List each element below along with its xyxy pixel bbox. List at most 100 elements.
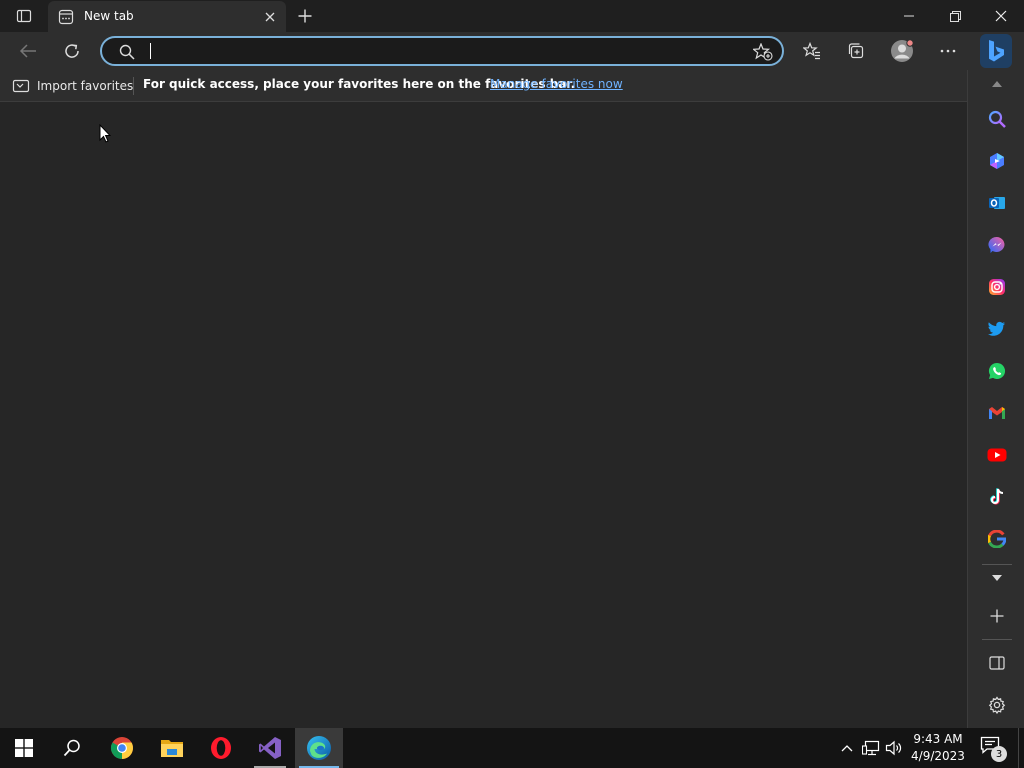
sidebar-panel-icon: [989, 656, 1005, 670]
opera-icon: [211, 737, 231, 759]
collections-button[interactable]: [841, 36, 871, 66]
back-arrow-icon: [19, 44, 36, 58]
search-icon: [63, 739, 80, 757]
youtube-icon: [987, 448, 1007, 462]
clock-time: 9:43 AM: [913, 732, 963, 746]
sidebar-item-whatsapp[interactable]: [982, 356, 1012, 386]
sidebar-item-gmail[interactable]: [982, 398, 1012, 428]
new-tab-button[interactable]: [292, 4, 318, 28]
messenger-icon: [988, 236, 1005, 253]
close-window-button[interactable]: [978, 0, 1024, 32]
restore-icon: [949, 10, 961, 22]
navigation-toolbar: [0, 32, 1024, 70]
minimize-icon: [904, 15, 914, 17]
back-button[interactable]: [13, 36, 43, 66]
plus-icon: [298, 9, 312, 23]
settings-more-button[interactable]: [933, 36, 963, 66]
address-input[interactable]: [146, 41, 736, 61]
taskbar-edge[interactable]: [295, 728, 343, 768]
sidebar-scroll-up-button[interactable]: [982, 71, 1012, 97]
sidebar-item-messenger[interactable]: [982, 230, 1012, 260]
sidebar-item-twitter[interactable]: [982, 314, 1012, 344]
tab-actions-button[interactable]: [8, 4, 40, 28]
import-favorites-label: Import favorites: [37, 79, 134, 93]
sidebar-item-instagram[interactable]: [982, 272, 1012, 302]
bing-chat-button[interactable]: [980, 34, 1012, 68]
chevron-down-icon: [992, 575, 1002, 581]
tab-strip: New tab: [0, 0, 1024, 32]
visual-studio-icon: [259, 737, 281, 759]
sidebar-item-copilot[interactable]: [982, 146, 1012, 176]
chevron-up-icon: [992, 81, 1002, 87]
page-content[interactable]: [0, 103, 967, 728]
sidebar-settings-button[interactable]: [982, 690, 1012, 720]
new-tab-page-icon: [58, 9, 74, 25]
add-favorite-star-icon[interactable]: [753, 43, 773, 61]
chevron-up-icon: [841, 745, 853, 752]
show-desktop-button[interactable]: [1018, 728, 1024, 768]
favorites-divider: [133, 77, 134, 95]
sidebar-divider: [982, 564, 1012, 565]
show-hidden-icons-button[interactable]: [837, 738, 857, 758]
sidebar-item-search[interactable]: [982, 104, 1012, 134]
notification-count-badge: 3: [991, 746, 1007, 762]
collections-icon: [848, 43, 864, 59]
tiktok-icon: [990, 488, 1004, 505]
clock-date: 4/9/2023: [911, 749, 965, 763]
windows-taskbar: 9:43 AM 4/9/2023 3: [0, 728, 1024, 768]
refresh-icon: [65, 44, 79, 58]
plus-icon: [990, 609, 1004, 623]
sidebar-item-google[interactable]: [982, 524, 1012, 554]
text-caret: [150, 43, 151, 59]
search-icon: [119, 44, 135, 60]
tab-title: New tab: [84, 9, 134, 23]
outlook-icon: [989, 197, 1005, 209]
avatar: [891, 39, 914, 62]
sidebar-scroll-down-button[interactable]: [982, 566, 1012, 590]
profile-button[interactable]: [887, 36, 917, 66]
action-center-button[interactable]: 3: [980, 736, 1008, 762]
gmail-icon: [989, 407, 1005, 419]
tab-new-tab[interactable]: New tab: [48, 1, 286, 32]
sidebar-item-youtube[interactable]: [982, 440, 1012, 470]
twitter-icon: [988, 321, 1005, 336]
sidebar-item-tiktok[interactable]: [982, 482, 1012, 512]
taskbar-file-explorer[interactable]: [148, 728, 196, 768]
volume-icon: [885, 740, 902, 756]
gear-icon: [988, 696, 1006, 714]
import-favorites-icon: [12, 79, 30, 93]
taskbar-clock[interactable]: 9:43 AM 4/9/2023: [908, 731, 968, 765]
whatsapp-icon: [988, 362, 1006, 379]
restore-button[interactable]: [932, 0, 978, 32]
copilot-icon: [990, 153, 1004, 169]
edge-icon: [307, 736, 331, 760]
network-button[interactable]: [861, 738, 881, 758]
address-bar[interactable]: [100, 36, 784, 66]
favorites-button[interactable]: [797, 36, 827, 66]
tab-close-button[interactable]: [260, 7, 280, 27]
start-button[interactable]: [0, 728, 48, 768]
sidebar-hide-button[interactable]: [982, 648, 1012, 678]
chrome-icon: [111, 737, 133, 759]
sidebar-add-button[interactable]: [982, 601, 1012, 631]
instagram-icon: [989, 279, 1005, 295]
taskbar-visual-studio[interactable]: [246, 728, 294, 768]
browser-window: New tab Import favorites For quick acces…: [0, 0, 1024, 728]
favorites-star-icon: [803, 42, 820, 60]
network-icon: [862, 740, 880, 756]
favorites-bar: Import favorites For quick access, place…: [0, 70, 967, 102]
volume-button[interactable]: [884, 738, 904, 758]
google-icon: [988, 530, 1006, 548]
taskbar-chrome[interactable]: [98, 728, 146, 768]
taskbar-search-button[interactable]: [48, 728, 96, 768]
manage-favorites-link[interactable]: Manage favorites now: [490, 77, 623, 91]
search-icon: [988, 110, 1006, 128]
minimize-button[interactable]: [886, 0, 932, 32]
close-icon: [265, 12, 275, 22]
taskbar-opera[interactable]: [197, 728, 245, 768]
refresh-button[interactable]: [57, 36, 87, 66]
windows-logo-icon: [15, 739, 33, 757]
sidebar-item-outlook[interactable]: [982, 188, 1012, 218]
close-icon: [995, 10, 1007, 22]
import-favorites-button[interactable]: Import favorites: [12, 76, 133, 96]
